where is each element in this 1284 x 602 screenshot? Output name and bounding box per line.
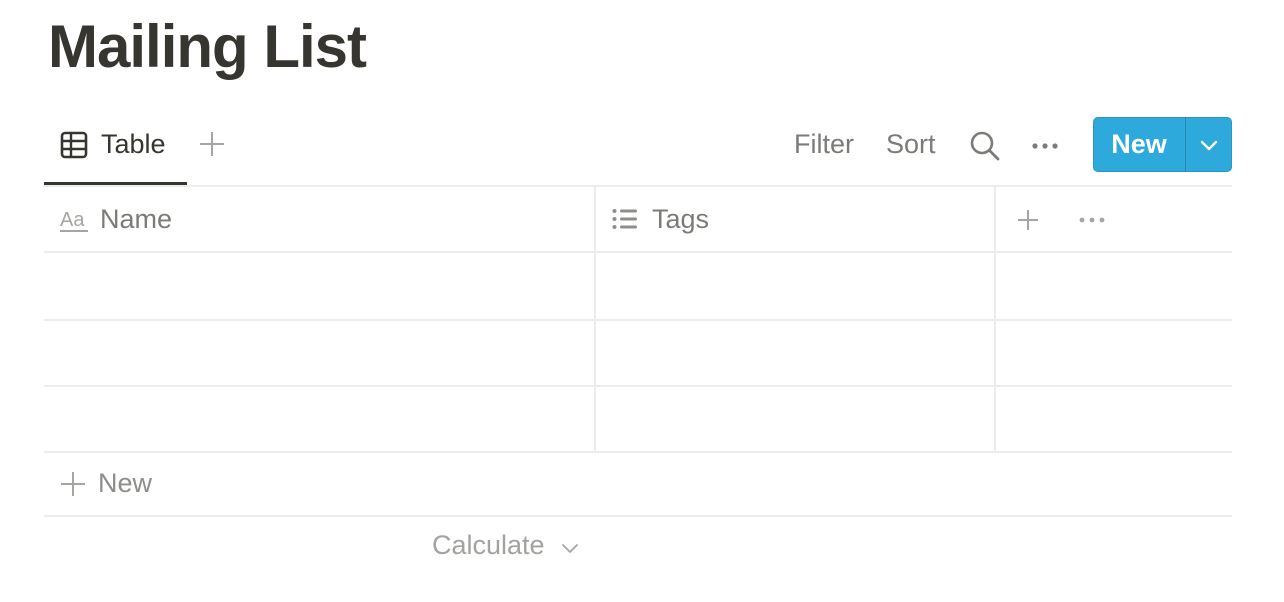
table-row [44, 387, 1232, 451]
cell-tags[interactable] [596, 387, 994, 451]
column-header-tags[interactable]: Tags [596, 188, 994, 252]
cell-name[interactable] [44, 387, 594, 451]
add-row-button[interactable]: New [44, 454, 1232, 516]
column-header-name[interactable]: Aa Name [44, 188, 594, 252]
plus-icon [61, 472, 85, 496]
table-row [44, 321, 1232, 385]
column-label: Name [100, 204, 173, 234]
chevron-down-icon[interactable] [560, 538, 580, 558]
cell-tags[interactable] [596, 253, 994, 319]
column-label: Tags [652, 204, 710, 234]
add-column-icon[interactable] [1016, 208, 1040, 232]
view-toolbar: Table Filter Sort New [44, 117, 1232, 186]
calculate-button[interactable]: Calculate [432, 530, 545, 561]
more-horizontal-icon[interactable] [1030, 134, 1060, 158]
text-type-icon: Aa [60, 209, 88, 232]
table-icon [60, 131, 88, 159]
list-icon [612, 209, 637, 229]
svg-text:Aa: Aa [60, 209, 85, 231]
sort-button[interactable]: Sort [886, 129, 936, 160]
tab-table[interactable]: Table [44, 118, 187, 186]
divider [44, 185, 1232, 187]
cell-tags[interactable] [596, 321, 994, 385]
add-row-label: New [98, 468, 153, 498]
chevron-down-icon[interactable] [1186, 117, 1232, 172]
new-button-group: New [1093, 117, 1232, 172]
add-view-icon[interactable] [196, 128, 228, 160]
page-title[interactable]: Mailing List [48, 10, 367, 84]
new-button[interactable]: New [1093, 117, 1185, 172]
table-row [44, 253, 1232, 319]
tab-label: Table [101, 129, 166, 159]
table-header: Aa Name Tags [44, 188, 1232, 252]
divider [44, 451, 1232, 453]
filter-button[interactable]: Filter [794, 129, 854, 160]
cell-name[interactable] [44, 253, 594, 319]
column-options-icon[interactable] [1078, 210, 1106, 230]
search-icon[interactable] [969, 130, 1001, 162]
cell-name[interactable] [44, 321, 594, 385]
